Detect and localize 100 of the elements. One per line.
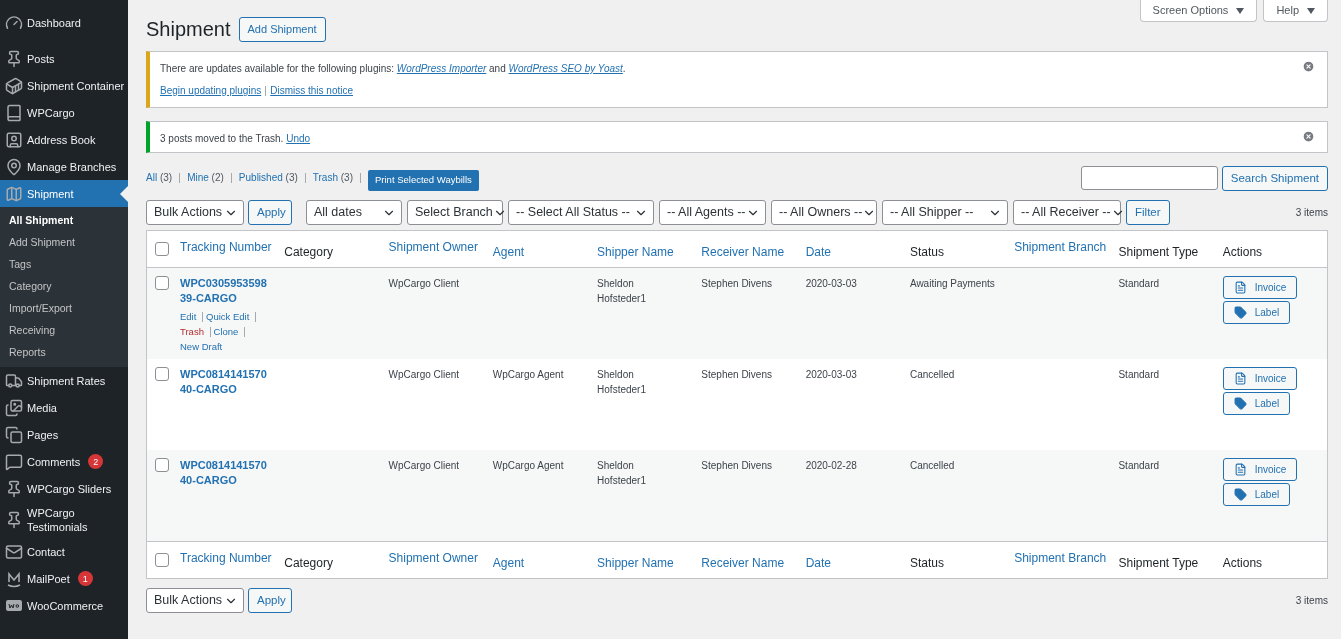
notice-action-link[interactable]: Begin updating plugins: [160, 83, 262, 98]
row-checkbox[interactable]: [155, 553, 169, 567]
notice-link[interactable]: WordPress Importer: [396, 63, 487, 74]
sidebar-item[interactable]: MailPoet 1: [0, 565, 128, 592]
row-action-link[interactable]: Clone: [213, 326, 239, 337]
filter-dropdown[interactable]: -- Select All Status --: [508, 200, 654, 225]
row-checkbox[interactable]: [155, 458, 169, 472]
document-icon: [1233, 281, 1247, 294]
notice-message: There are updates available for the following plugins: WordPress Importer and WordPress SEO by Yoast.: [160, 62, 626, 76]
pin-icon: [5, 49, 23, 68]
filter-dropdown[interactable]: -- All Receiver --: [1013, 200, 1121, 225]
print-waybills-button[interactable]: Print Selected Waybills: [368, 170, 479, 191]
sidebar-item[interactable]: WPCargo Sliders: [0, 475, 128, 502]
filter-dropdown[interactable]: -- All Shipper --: [882, 200, 1008, 225]
row-action-link[interactable]: New Draft: [180, 341, 223, 352]
sortable-column-header[interactable]: Date: [805, 245, 831, 259]
sidebar-item[interactable]: Shipment Rates: [0, 367, 128, 394]
sortable-column-header[interactable]: Tracking Number: [180, 240, 272, 254]
sortable-column-header[interactable]: Shipment Owner: [388, 551, 478, 565]
count-badge: 1: [77, 571, 93, 586]
notice-message: 3 posts moved to the Trash. Undo: [160, 132, 311, 146]
label-button[interactable]: Label: [1222, 392, 1291, 415]
submenu-item[interactable]: Tags: [0, 254, 128, 276]
notice-link[interactable]: Undo: [286, 133, 311, 144]
screen-meta-tab[interactable]: Help: [1263, 0, 1328, 22]
apply-button[interactable]: Apply: [248, 200, 292, 225]
sortable-column-header[interactable]: Receiver Name: [701, 556, 785, 570]
view-filter-link[interactable]: Published (3): [238, 170, 298, 185]
row-action-link[interactable]: Trash: [180, 326, 204, 337]
bulk-actions-dropdown[interactable]: Bulk Actions: [146, 200, 244, 225]
sidebar-item[interactable]: Contact: [0, 538, 128, 565]
sortable-column-header[interactable]: Shipment Branch: [1014, 240, 1107, 254]
submenu-item[interactable]: All Shipment: [0, 210, 128, 232]
submenu-item[interactable]: Reports: [0, 342, 128, 364]
filter-dropdown[interactable]: -- All Agents --: [659, 200, 766, 225]
submenu-item[interactable]: Category: [0, 276, 128, 298]
tag-icon: [1233, 306, 1247, 319]
sidebar-item[interactable]: Pages: [0, 421, 128, 448]
table-cell-text: Sheldon Hofsteder1: [597, 459, 647, 488]
filter-button[interactable]: Filter: [1126, 200, 1170, 225]
sidebar-item[interactable]: Shipment Container: [0, 72, 128, 99]
sortable-column-header[interactable]: Shipper Name: [597, 245, 674, 259]
column-header: Category: [284, 556, 333, 570]
sortable-column-header[interactable]: Receiver Name: [701, 245, 785, 259]
notice-action-link[interactable]: Dismiss this notice: [270, 83, 353, 98]
sidebar-item[interactable]: WPCargo Testimonials: [0, 502, 128, 538]
sortable-column-header[interactable]: Agent: [492, 245, 525, 259]
dismiss-icon[interactable]: [1302, 130, 1315, 143]
book-icon: [5, 103, 23, 122]
sortable-column-header[interactable]: Agent: [492, 556, 525, 570]
dismiss-icon[interactable]: [1302, 60, 1315, 73]
pages-icon: [5, 425, 23, 444]
row-checkbox[interactable]: [155, 367, 169, 381]
sidebar-item[interactable]: WPCargo: [0, 99, 128, 126]
submenu-item[interactable]: Add Shipment: [0, 232, 128, 254]
row-action-link[interactable]: Edit: [180, 311, 197, 322]
count-badge: 2: [88, 454, 104, 469]
filter-dropdown[interactable]: -- All Owners --: [771, 200, 877, 225]
sidebar-item[interactable]: Dashboard: [0, 9, 128, 36]
screen-meta-tab[interactable]: Screen Options: [1139, 0, 1258, 22]
label-button[interactable]: Label: [1222, 301, 1291, 324]
invoice-button[interactable]: Invoice: [1222, 458, 1298, 481]
sidebar-item[interactable]: Comments 2: [0, 448, 128, 475]
apply-button[interactable]: Apply: [248, 588, 292, 613]
search-field[interactable]: [1080, 166, 1218, 190]
column-header: Status: [909, 556, 944, 570]
sortable-column-header[interactable]: Shipment Branch: [1014, 551, 1107, 565]
row-action-link[interactable]: Quick Edit: [206, 311, 250, 322]
view-filter-link[interactable]: Trash (3): [312, 170, 353, 185]
sidebar-item[interactable]: Shipment: [0, 180, 128, 207]
view-filter-link[interactable]: All (3): [146, 170, 173, 185]
submenu-item[interactable]: Import/Export: [0, 298, 128, 320]
tracking-number-link[interactable]: WPC081414157040-CARGO: [180, 367, 272, 397]
sortable-column-header[interactable]: Tracking Number: [180, 551, 272, 565]
row-checkbox[interactable]: [155, 242, 169, 256]
table-cell-text: Standard: [1118, 277, 1161, 291]
filter-dropdown[interactable]: All dates: [306, 200, 402, 225]
container-icon: [5, 76, 23, 95]
sidebar-item[interactable]: Address Book: [0, 126, 128, 153]
tracking-number-link[interactable]: WPC030595359839-CARGO: [180, 276, 272, 306]
add-shipment-button[interactable]: Add Shipment: [238, 16, 326, 42]
view-filter-link[interactable]: Mine (2): [187, 170, 224, 185]
bulk-actions-dropdown[interactable]: Bulk Actions: [146, 588, 244, 613]
filter-dropdown[interactable]: Select Branch: [407, 200, 503, 225]
invoice-button[interactable]: Invoice: [1222, 276, 1298, 299]
sidebar-item[interactable]: WooCommerce: [0, 592, 128, 619]
notice-link[interactable]: WordPress SEO by Yoast: [508, 63, 623, 74]
search-button[interactable]: Search Shipment: [1221, 166, 1328, 191]
sidebar-item[interactable]: Media: [0, 394, 128, 421]
tracking-number-link[interactable]: WPC081414157040-CARGO: [180, 458, 272, 488]
table-cell-text: WpCargo Client: [388, 277, 461, 291]
sidebar-item[interactable]: Posts: [0, 45, 128, 72]
sortable-column-header[interactable]: Shipment Owner: [388, 240, 478, 254]
submenu-item[interactable]: Receiving: [0, 320, 128, 342]
label-button[interactable]: Label: [1222, 483, 1291, 506]
row-checkbox[interactable]: [155, 276, 169, 290]
sortable-column-header[interactable]: Shipper Name: [597, 556, 674, 570]
sidebar-item[interactable]: Manage Branches: [0, 153, 128, 180]
sortable-column-header[interactable]: Date: [805, 556, 831, 570]
invoice-button[interactable]: Invoice: [1222, 367, 1298, 390]
